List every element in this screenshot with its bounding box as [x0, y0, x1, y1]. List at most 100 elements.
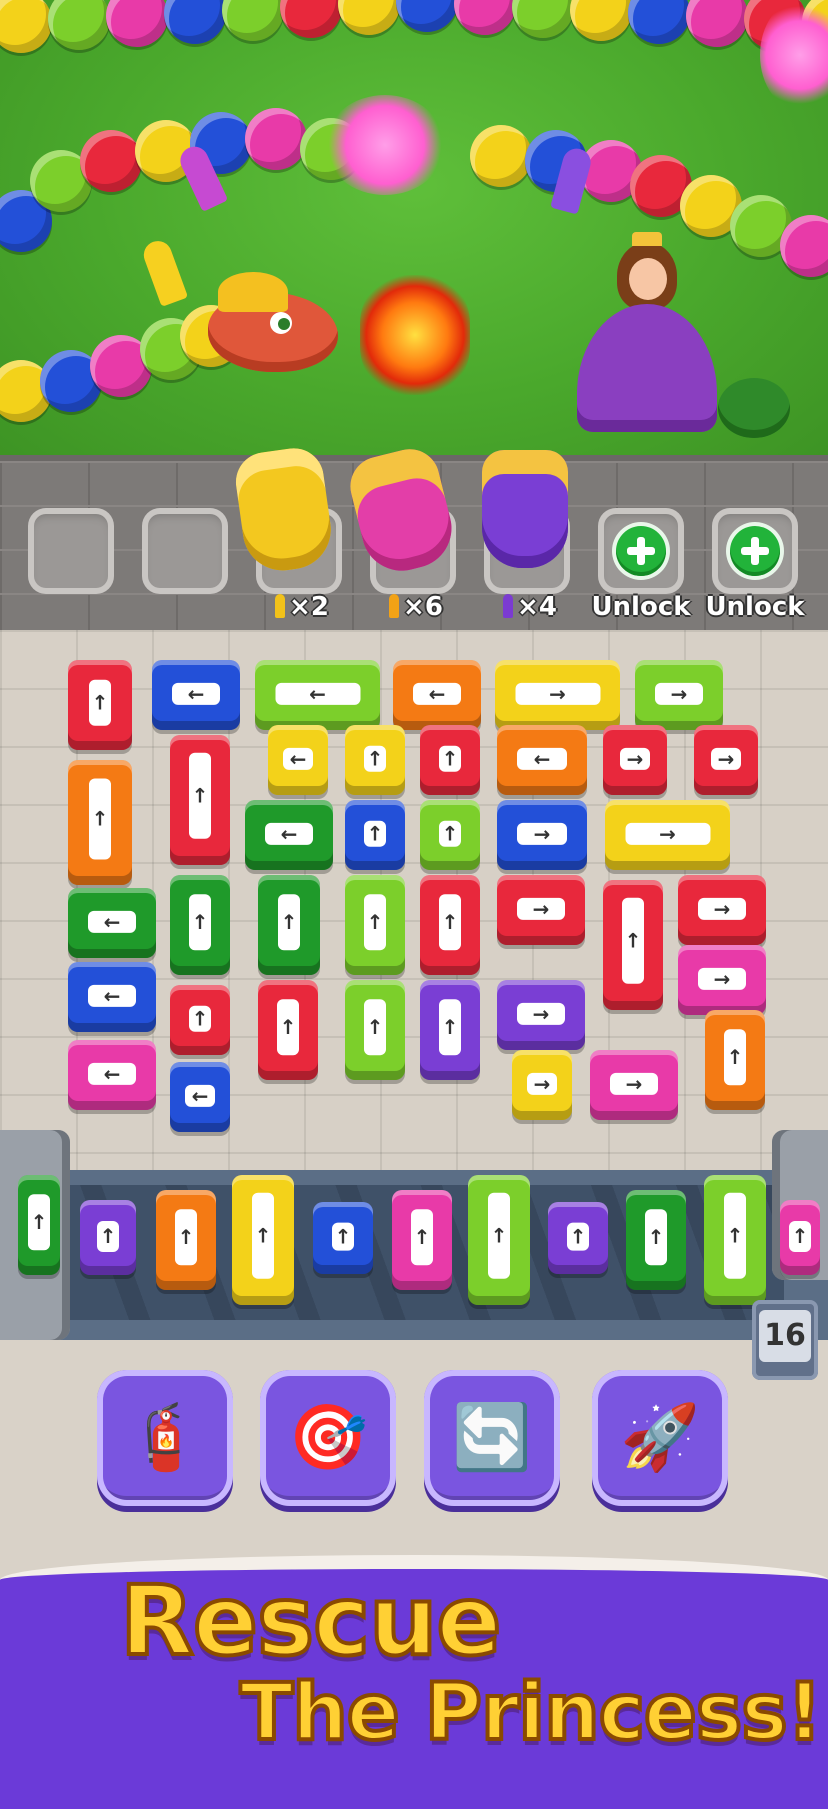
arrow-up-icon: ↑: [622, 897, 644, 984]
orange-arrow-block[interactable]: ↑: [68, 760, 132, 885]
snake-bead: [164, 0, 226, 44]
snake-bead: [245, 108, 307, 170]
blue-arrow-block[interactable]: ←: [68, 962, 156, 1032]
plus-icon: [616, 526, 666, 576]
plus-icon: [730, 526, 780, 576]
blue-arrow-block[interactable]: ←: [152, 660, 240, 730]
blue-arrow-block[interactable]: →: [497, 800, 587, 870]
arrow-up-icon: ↑: [724, 1192, 746, 1279]
pink-arrow-block[interactable]: →: [678, 945, 766, 1015]
arrow-up-icon: ↑: [364, 894, 386, 951]
orange-arrow-block[interactable]: ↑: [156, 1190, 216, 1290]
yellow-arrow-block[interactable]: →: [512, 1050, 572, 1120]
snake-bead: [222, 0, 284, 41]
arrow-up-icon: ↑: [252, 1192, 274, 1279]
rocket-booster-button[interactable]: 🚀: [592, 1370, 728, 1506]
level-number: 16: [759, 1310, 811, 1362]
arrow-right-icon: →: [517, 822, 567, 846]
snake-bead: [628, 0, 690, 44]
red-arrow-block[interactable]: →: [603, 725, 667, 795]
arrow-up-icon: ↑: [89, 777, 111, 859]
lime-arrow-block[interactable]: ↑: [345, 875, 405, 975]
pink-arrow-block[interactable]: ←: [68, 1040, 156, 1110]
lime-arrow-block[interactable]: ↑: [420, 800, 480, 870]
yellow-arrow-block[interactable]: ↑: [345, 725, 405, 795]
lime-arrow-block[interactable]: ↑: [704, 1175, 766, 1305]
lime-arrow-block[interactable]: ↑: [468, 1175, 530, 1305]
red-arrow-block[interactable]: →: [678, 875, 766, 945]
pink-arrow-block[interactable]: ↑: [392, 1190, 452, 1290]
blue-arrow-block[interactable]: ↑: [345, 800, 405, 870]
red-arrow-block[interactable]: ↑: [258, 980, 318, 1080]
arrow-up-icon: ↑: [411, 1209, 433, 1266]
red-arrow-block[interactable]: ↑: [603, 880, 663, 1010]
arrow-left-icon: ←: [265, 822, 313, 846]
green-arrow-block[interactable]: ↑: [170, 875, 230, 975]
snake-bead: [470, 125, 532, 187]
red-arrow-block[interactable]: →: [694, 725, 758, 795]
arrow-up-icon: ↑: [439, 745, 461, 772]
snake-bead: [396, 0, 458, 32]
purple-arrow-block[interactable]: ↑: [80, 1200, 136, 1275]
orange-arrow-block[interactable]: ←: [497, 725, 587, 795]
green-arrow-block[interactable]: ↑: [18, 1175, 60, 1275]
lime-arrow-block[interactable]: ↑: [345, 980, 405, 1080]
purple-cannon-icon[interactable]: [482, 450, 568, 568]
target-booster-button[interactable]: 🎯: [260, 1370, 396, 1506]
arrow-right-icon: →: [527, 1072, 557, 1096]
arrow-left-icon: ←: [275, 682, 360, 706]
yellow-arrow-block[interactable]: →: [495, 660, 620, 730]
arrow-right-icon: →: [610, 1072, 658, 1096]
yellow-arrow-block[interactable]: ←: [268, 725, 328, 795]
arrow-right-icon: →: [620, 747, 650, 771]
arrow-up-icon: ↑: [189, 1005, 211, 1032]
arrow-right-icon: →: [515, 682, 600, 706]
red-arrow-block[interactable]: →: [497, 875, 585, 945]
locked-slot[interactable]: [712, 508, 798, 594]
yellow-arrow-block[interactable]: →: [605, 800, 730, 870]
purple-arrow-block[interactable]: ↑: [420, 980, 480, 1080]
arrow-up-icon: ↑: [439, 820, 461, 847]
red-arrow-block[interactable]: ↑: [420, 875, 480, 975]
orange-arrow-block[interactable]: ←: [393, 660, 481, 730]
purple-arrow-block[interactable]: →: [497, 980, 585, 1050]
arrow-up-icon: ↑: [364, 999, 386, 1056]
unlock-label[interactable]: Unlock: [588, 592, 694, 622]
lime-arrow-block[interactable]: →: [635, 660, 723, 730]
snake-bead: [512, 0, 574, 38]
green-arrow-block[interactable]: ←: [245, 800, 333, 870]
green-arrow-block[interactable]: ←: [68, 888, 156, 958]
pink-arrow-block[interactable]: ↑: [780, 1200, 820, 1275]
red-arrow-block[interactable]: ↑: [170, 735, 230, 865]
purple-arrow-block[interactable]: ↑: [548, 1202, 608, 1274]
shuffle-booster-button[interactable]: 🔄: [424, 1370, 560, 1506]
red-arrow-block[interactable]: ↑: [170, 985, 230, 1055]
locked-slot[interactable]: [598, 508, 684, 594]
lime-arrow-block[interactable]: ←: [255, 660, 380, 730]
empty-slot[interactable]: [142, 508, 228, 594]
bullet-icon: [503, 594, 514, 618]
green-arrow-block[interactable]: ↑: [258, 875, 320, 975]
red-arrow-block[interactable]: ↑: [420, 725, 480, 795]
blue-arrow-block[interactable]: ↑: [313, 1202, 373, 1274]
green-arrow-block[interactable]: ↑: [626, 1190, 686, 1290]
add-cannon-booster-button[interactable]: 🧯: [97, 1370, 233, 1506]
arrow-up-icon: ↑: [789, 1220, 811, 1252]
pink-arrow-block[interactable]: →: [590, 1050, 678, 1120]
arrow-left-icon: ←: [172, 682, 220, 706]
arrow-right-icon: →: [655, 682, 703, 706]
blue-arrow-block[interactable]: ←: [170, 1062, 230, 1132]
empty-slot[interactable]: [28, 508, 114, 594]
arrow-up-icon: ↑: [28, 1194, 50, 1251]
arrow-up-icon: ↑: [189, 752, 211, 839]
arrow-left-icon: ←: [185, 1084, 215, 1108]
yellow-arrow-block[interactable]: ↑: [232, 1175, 294, 1305]
arrow-up-icon: ↑: [724, 1029, 746, 1086]
red-arrow-block[interactable]: ↑: [68, 660, 132, 750]
princess-icon: [572, 232, 722, 432]
orange-arrow-block[interactable]: ↑: [705, 1010, 765, 1110]
arrow-right-icon: →: [698, 967, 746, 991]
dragon-head-icon: [208, 272, 348, 382]
unlock-label[interactable]: Unlock: [702, 592, 808, 622]
bush-icon: [718, 378, 790, 438]
